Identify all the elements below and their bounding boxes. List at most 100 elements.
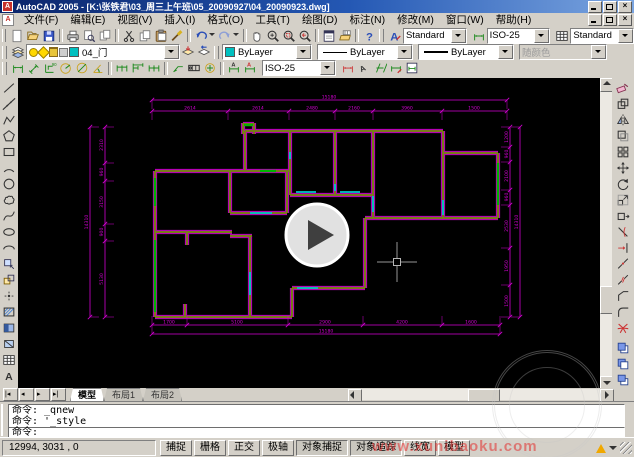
dim-toolbar-style-combo[interactable]: ISO-25 bbox=[262, 60, 336, 76]
color-combo[interactable]: ByLayer bbox=[222, 44, 312, 60]
toolbar-grip[interactable] bbox=[379, 29, 383, 42]
move-button[interactable] bbox=[615, 160, 631, 175]
new-file-button[interactable] bbox=[9, 28, 25, 43]
linetype-combo[interactable]: ByLayer bbox=[317, 44, 413, 60]
menu-item-10[interactable]: 帮助(H) bbox=[490, 13, 538, 27]
menu-item-0[interactable]: 文件(F) bbox=[18, 13, 64, 27]
spline-button[interactable] bbox=[1, 208, 17, 223]
help-button[interactable]: ? bbox=[361, 28, 377, 43]
plot-button[interactable] bbox=[65, 28, 81, 43]
drawing-area[interactable]: 1518026142614248021603960150014310231096… bbox=[18, 78, 600, 388]
dim-edit-button[interactable]: A bbox=[226, 61, 242, 76]
dim-linear-button[interactable] bbox=[10, 61, 26, 76]
dropdown-arrow[interactable] bbox=[320, 61, 335, 75]
ellipse-arc-button[interactable] bbox=[1, 240, 17, 255]
designcenter-button[interactable] bbox=[337, 28, 353, 43]
open-file-button[interactable] bbox=[25, 28, 41, 43]
polyline-button[interactable] bbox=[1, 112, 17, 127]
table-style-combo[interactable]: Standard bbox=[570, 28, 634, 44]
dim-diameter-button[interactable] bbox=[74, 61, 90, 76]
tolerance-button[interactable] bbox=[186, 61, 202, 76]
tab-布局1[interactable]: 布局1 bbox=[104, 388, 143, 401]
draworder-back-button[interactable] bbox=[615, 356, 631, 371]
arc-button[interactable] bbox=[1, 160, 17, 175]
zoom-window-button[interactable] bbox=[281, 28, 297, 43]
dropdown-arrow[interactable] bbox=[397, 45, 412, 59]
trim-button[interactable] bbox=[615, 224, 631, 239]
hatch-button[interactable] bbox=[1, 304, 17, 319]
dim-oblique-button[interactable] bbox=[372, 61, 388, 76]
doc-minimize-button[interactable] bbox=[588, 14, 602, 26]
lineweight-combo[interactable]: ByLayer bbox=[418, 44, 514, 60]
quick-leader-button[interactable] bbox=[170, 61, 186, 76]
pan-button[interactable] bbox=[249, 28, 265, 43]
status-toggle-极轴[interactable]: 极轴 bbox=[262, 440, 294, 456]
extend-button[interactable] bbox=[615, 240, 631, 255]
status-toggle-正交[interactable]: 正交 bbox=[228, 440, 260, 456]
line-button[interactable] bbox=[1, 80, 17, 95]
make-object-layer-current-button[interactable] bbox=[180, 45, 196, 60]
stretch-button[interactable] bbox=[615, 208, 631, 223]
text-style-icon-button[interactable]: A bbox=[387, 28, 403, 43]
properties-button[interactable] bbox=[321, 28, 337, 43]
tab-nav-last-button[interactable]: ▸| bbox=[51, 388, 66, 401]
dim-radius-button[interactable] bbox=[58, 61, 74, 76]
rotate-button[interactable] bbox=[615, 176, 631, 191]
menu-item-3[interactable]: 插入(I) bbox=[158, 13, 201, 27]
menu-item-6[interactable]: 绘图(D) bbox=[296, 13, 344, 27]
menu-item-5[interactable]: 工具(T) bbox=[250, 13, 296, 27]
tab-模型[interactable]: 模型 bbox=[70, 388, 104, 401]
dim-text-angle-button[interactable]: A bbox=[356, 61, 372, 76]
status-toggle-栅格[interactable]: 栅格 bbox=[194, 440, 226, 456]
menu-item-7[interactable]: 标注(N) bbox=[344, 13, 392, 27]
redo-button[interactable] bbox=[217, 28, 233, 43]
status-toggle-对象追踪[interactable]: 对象追踪 bbox=[350, 440, 402, 456]
zoom-previous-button[interactable] bbox=[297, 28, 313, 43]
toolbar-grip[interactable] bbox=[2, 46, 7, 59]
mirror-button[interactable] bbox=[615, 112, 631, 127]
dropdown-arrow[interactable] bbox=[296, 45, 311, 59]
close-button[interactable] bbox=[618, 1, 632, 13]
dropdown-arrow[interactable] bbox=[534, 29, 549, 43]
dropdown-arrow[interactable] bbox=[233, 33, 239, 39]
scale-button[interactable] bbox=[615, 192, 631, 207]
toolbar-grip[interactable] bbox=[214, 46, 219, 59]
center-mark-button[interactable] bbox=[202, 61, 218, 76]
explode-button[interactable] bbox=[615, 320, 631, 335]
tab-布局2[interactable]: 布局2 bbox=[143, 388, 182, 401]
table-style-icon-button[interactable] bbox=[554, 28, 570, 43]
dim-text-edit-button[interactable]: A bbox=[242, 61, 258, 76]
draworder-front-button[interactable] bbox=[615, 340, 631, 355]
dim-update-button[interactable] bbox=[340, 61, 356, 76]
gradient-button[interactable] bbox=[1, 320, 17, 335]
menu-item-4[interactable]: 格式(O) bbox=[201, 13, 249, 27]
menu-item-2[interactable]: 视图(V) bbox=[111, 13, 158, 27]
cut-button[interactable] bbox=[121, 28, 137, 43]
tab-nav-prev-button[interactable]: ◂ bbox=[19, 388, 34, 401]
revision-cloud-button[interactable] bbox=[1, 192, 17, 207]
region-button[interactable] bbox=[1, 336, 17, 351]
rectangle-button[interactable] bbox=[1, 144, 17, 159]
command-history[interactable]: 命令: _qnew命令: '_style bbox=[8, 404, 625, 428]
dim-override-button[interactable] bbox=[388, 61, 404, 76]
erase-button[interactable] bbox=[615, 80, 631, 95]
status-toggle-对象捕捉[interactable]: 对象捕捉 bbox=[296, 440, 348, 456]
dropdown-arrow[interactable] bbox=[209, 33, 215, 39]
save-button[interactable] bbox=[41, 28, 57, 43]
table-button[interactable] bbox=[1, 352, 17, 367]
dim-baseline-button[interactable] bbox=[130, 61, 146, 76]
dim-continue-button[interactable] bbox=[146, 61, 162, 76]
fillet-button[interactable] bbox=[615, 304, 631, 319]
quick-dimension-button[interactable] bbox=[114, 61, 130, 76]
doc-close-button[interactable] bbox=[618, 14, 632, 26]
multiline-text-button[interactable]: A bbox=[1, 368, 17, 383]
chamfer-button[interactable] bbox=[615, 288, 631, 303]
match-properties-button[interactable] bbox=[169, 28, 185, 43]
minimize-button[interactable] bbox=[588, 1, 602, 13]
resize-grip[interactable] bbox=[620, 442, 632, 454]
copy-object-button[interactable] bbox=[615, 96, 631, 111]
status-toggle-模型[interactable]: 模型 bbox=[438, 440, 470, 456]
ellipse-button[interactable] bbox=[1, 224, 17, 239]
layer-previous-button[interactable] bbox=[196, 45, 212, 60]
insert-block-button[interactable] bbox=[1, 256, 17, 271]
